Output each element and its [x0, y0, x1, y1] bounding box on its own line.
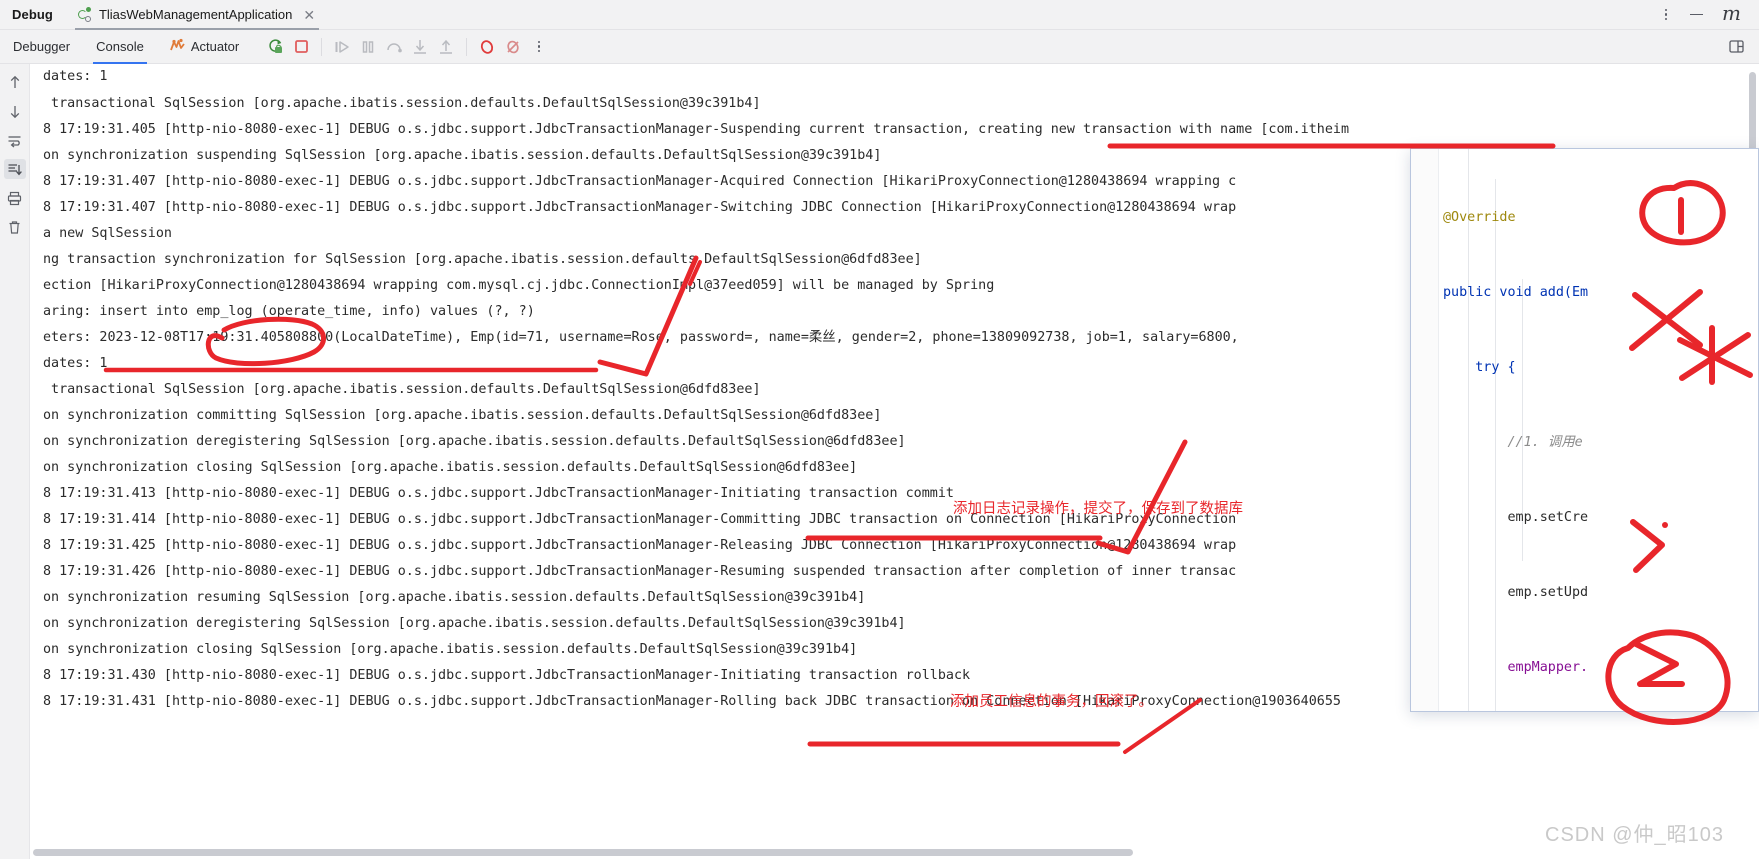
toolbar-divider-2 [466, 37, 468, 56]
console-line: on synchronization committing SqlSession… [43, 408, 882, 423]
code-line: emp.setUpd [1443, 585, 1589, 600]
trash-icon[interactable] [4, 217, 26, 237]
code-preview-panel[interactable]: @Override public void add(Em try { //1. … [1410, 148, 1759, 712]
close-icon[interactable]: ✕ [299, 8, 319, 22]
step-out-icon[interactable] [433, 34, 459, 60]
console-line: transactional SqlSession [org.apache.iba… [43, 382, 761, 397]
code-panel-content[interactable]: @Override public void add(Em try { //1. … [1439, 149, 1758, 711]
run-tab-label: TliasWebManagementApplication [98, 7, 293, 22]
code-line: try { [1443, 360, 1516, 375]
step-over-icon[interactable] [381, 34, 407, 60]
pause-icon[interactable] [355, 34, 381, 60]
minimize-icon[interactable] [1682, 2, 1710, 28]
console-line: on synchronization deregistering SqlSess… [43, 616, 906, 631]
rerun-icon[interactable] [262, 34, 288, 60]
code-line: empMapper. [1443, 660, 1589, 675]
console-horizontal-scrollbar[interactable] [31, 846, 1746, 859]
mute-breakpoints-icon[interactable] [474, 34, 500, 60]
annotation-note: 添加员工信息的事务，回滚了。 [950, 694, 1153, 710]
titlebar-actions: m [1652, 1, 1759, 29]
actuator-icon [169, 38, 185, 55]
layout-icon[interactable] [1723, 34, 1749, 60]
console-line: 8 17:19:31.407 [http-nio-8080-exec-1] DE… [43, 174, 1237, 189]
console-line: 8 17:19:31.407 [http-nio-8080-exec-1] DE… [43, 200, 1237, 215]
more-vertical-icon[interactable] [526, 34, 552, 60]
spring-boot-icon [77, 7, 92, 22]
console-line: a new SqlSession [43, 226, 172, 241]
console-line: eters: 2023-12-08T17:19:31.405808800(Loc… [43, 330, 1239, 345]
code-line: public void add(Em [1443, 285, 1589, 300]
watermark: CSDN @仲_昭103 [1545, 824, 1725, 846]
console-line: on synchronization closing SqlSession [o… [43, 460, 858, 475]
code-line: //1. 调用e [1443, 435, 1583, 450]
print-icon[interactable] [4, 188, 26, 208]
console-line: on synchronization suspending SqlSession… [43, 148, 882, 163]
scroll-to-end-icon[interactable] [3, 159, 26, 179]
debug-toolbar: Debugger Console Actuator [0, 30, 1759, 64]
scrollbar-thumb[interactable] [33, 849, 1133, 856]
more-vertical-icon[interactable] [1652, 2, 1680, 28]
code-line: @Override [1443, 210, 1516, 225]
annotation-note: 添加日志记录操作，提交了，保存到了数据库 [953, 501, 1243, 517]
run-configuration-tab[interactable]: TliasWebManagementApplication ✕ [67, 0, 327, 30]
console-line: on synchronization closing SqlSession [o… [43, 642, 858, 657]
console-line: on synchronization deregistering SqlSess… [43, 434, 906, 449]
console-line: aring: insert into emp_log (operate_time… [43, 304, 535, 319]
console-line: 8 17:19:31.430 [http-nio-8080-exec-1] DE… [43, 668, 971, 683]
code-line: emp.setCre [1443, 510, 1589, 525]
no-breakpoints-icon[interactable] [500, 34, 526, 60]
tab-actuator[interactable]: Actuator [157, 30, 252, 64]
tool-window-title: Debug [12, 7, 53, 22]
console-line: on synchronization resuming SqlSession [… [43, 590, 866, 605]
code-panel-gutter [1411, 149, 1439, 711]
arrow-down-icon[interactable] [4, 101, 26, 121]
tab-console-label: Console [96, 39, 144, 54]
tab-console[interactable]: Console [83, 30, 157, 64]
console-line: ection [HikariProxyConnection@1280438694… [43, 278, 995, 293]
console-line: ng transaction synchronization for SqlSe… [43, 252, 922, 267]
console-line: 8 17:19:31.426 [http-nio-8080-exec-1] DE… [43, 564, 1237, 579]
console-line: 8 17:19:31.405 [http-nio-8080-exec-1] DE… [43, 122, 1350, 137]
tab-debugger-label: Debugger [13, 39, 71, 54]
tab-actuator-label: Actuator [190, 39, 240, 54]
toolbar-right-actions [1723, 34, 1759, 60]
tab-debugger[interactable]: Debugger [0, 30, 83, 64]
resume-icon[interactable] [329, 34, 355, 60]
soft-wrap-icon[interactable] [4, 130, 26, 150]
console-line: transactional SqlSession [org.apache.iba… [43, 96, 761, 111]
step-into-icon[interactable] [407, 34, 433, 60]
console-line: 8 17:19:31.413 [http-nio-8080-exec-1] DE… [43, 486, 954, 501]
console-line: dates: 1 [43, 69, 108, 84]
idea-debug-window: Debug TliasWebManagementApplication ✕ m … [0, 0, 1759, 859]
console-line: 8 17:19:31.425 [http-nio-8080-exec-1] DE… [43, 538, 1237, 553]
debug-tool-window-titlebar: Debug TliasWebManagementApplication ✕ m [0, 0, 1759, 30]
console-gutter-toolbar [0, 64, 30, 859]
toolbar-divider [321, 37, 323, 56]
editor-m-glyph: m [1722, 0, 1741, 25]
stop-icon[interactable] [288, 34, 314, 60]
arrow-up-icon[interactable] [4, 72, 26, 92]
console-line: dates: 1 [43, 356, 108, 371]
